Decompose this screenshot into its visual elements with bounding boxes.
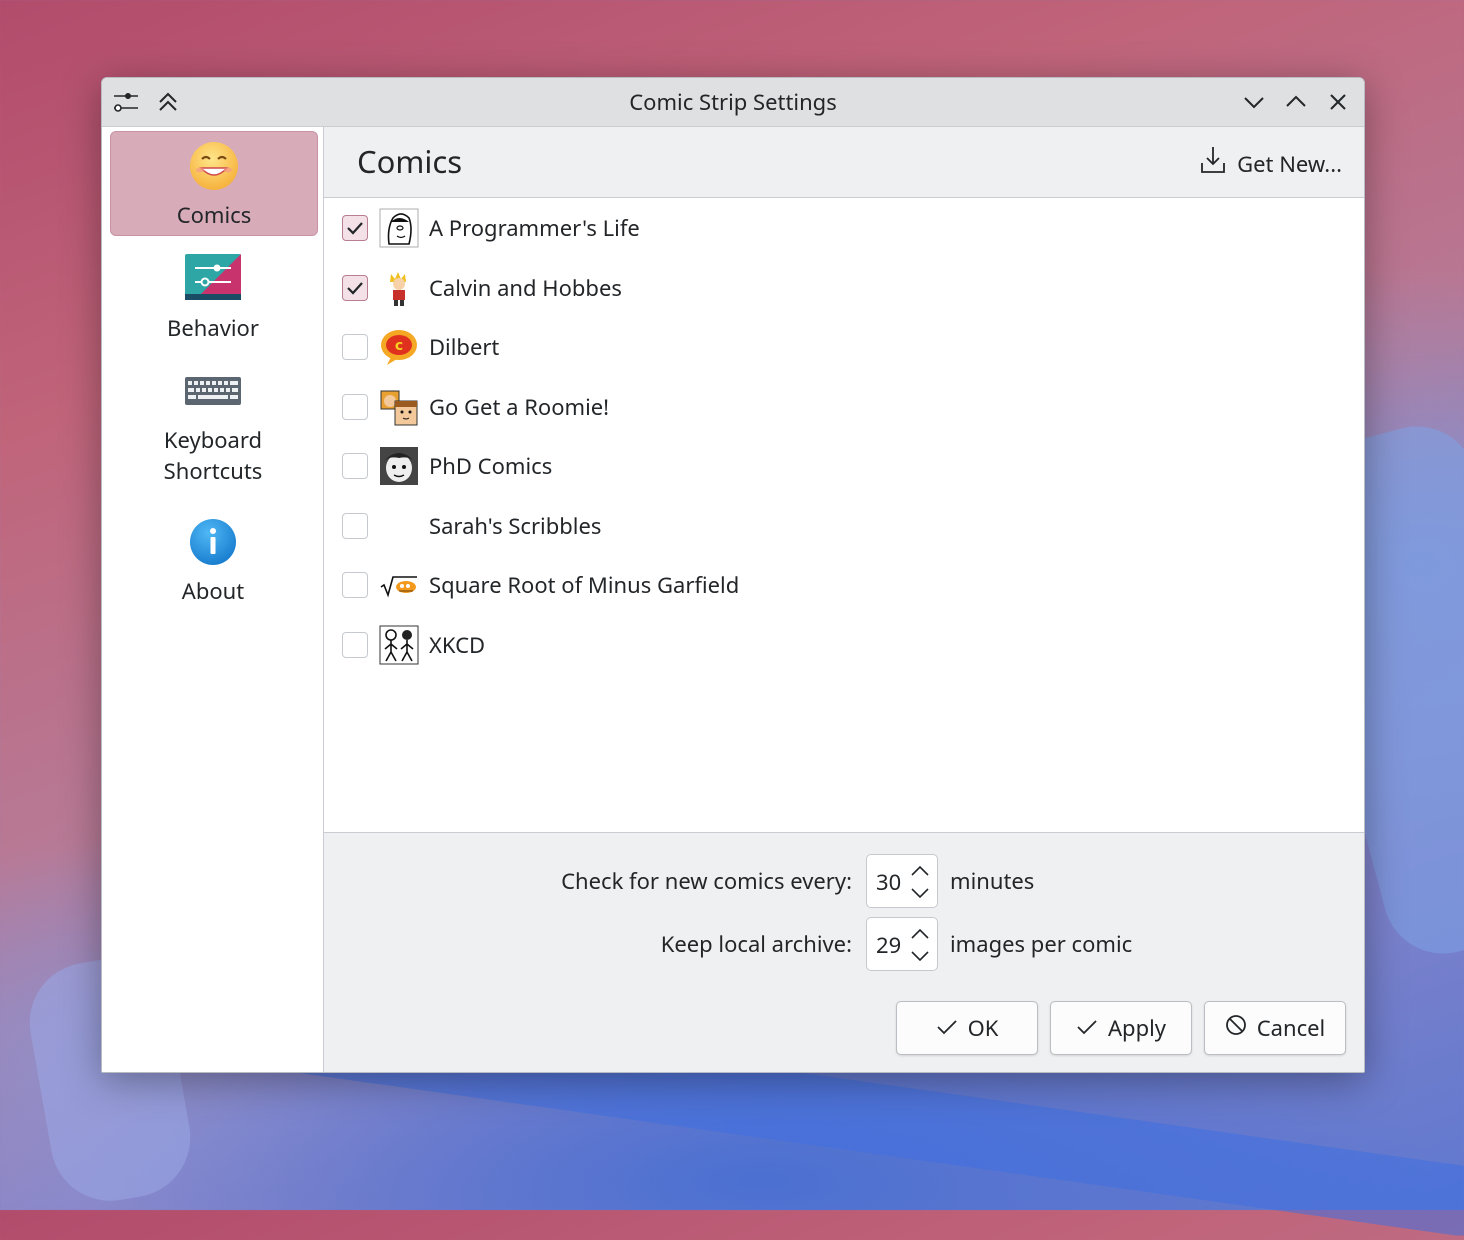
list-item[interactable]: Calvin and Hobbes (342, 268, 622, 308)
title-bar[interactable]: Comic Strip Settings (102, 78, 1364, 127)
ok-button[interactable]: OK (896, 1001, 1038, 1055)
archive-suffix: images per comic (950, 929, 1133, 959)
phd-comic-icon (379, 446, 419, 486)
spin-arrows-icon[interactable] (909, 924, 931, 966)
get-new-label: Get New... (1237, 148, 1342, 179)
settings-footer: Check for new comics every: 30 minutes K… (324, 833, 1364, 1072)
blank-comic-icon (379, 506, 419, 546)
comic-checkbox[interactable] (342, 453, 368, 479)
svg-text:c: c (395, 338, 403, 354)
cancel-label: Cancel (1256, 1013, 1326, 1043)
window-title: Comic Strip Settings (629, 87, 837, 117)
comic-name: Dilbert (429, 332, 500, 362)
archive-row: Keep local archive: 29 images per comic (324, 917, 1364, 973)
ok-label: OK (967, 1013, 999, 1043)
sidebar-item-label: Comics (176, 200, 252, 230)
comic-checkbox[interactable] (342, 275, 368, 301)
dilbert-comic-icon: c (379, 327, 419, 367)
list-item[interactable]: c Dilbert (342, 327, 499, 367)
comic-checkbox[interactable] (342, 632, 368, 658)
programmer-comic-icon (379, 208, 419, 248)
sidebar-item-about[interactable]: About (110, 517, 316, 617)
comic-checkbox[interactable] (342, 572, 368, 598)
sidebar-item-label: Behavior (167, 313, 259, 343)
sidebar-item-label: Keyboard Shortcuts (163, 425, 263, 486)
xkcd-comic-icon (379, 625, 419, 665)
check-interval-row: Check for new comics every: 30 minutes (324, 854, 1364, 910)
list-item[interactable]: A Programmer's Life (342, 208, 640, 248)
check-interval-label: Check for new comics every: (561, 866, 852, 896)
spin-arrows-icon[interactable] (909, 861, 931, 903)
comic-name: XKCD (429, 630, 486, 660)
check-interval-suffix: minutes (950, 866, 1035, 896)
minimize-icon[interactable] (1240, 88, 1268, 116)
list-item[interactable]: PhD Comics (342, 446, 552, 486)
list-item[interactable]: XKCD (342, 625, 485, 665)
download-icon (1199, 145, 1227, 182)
roomie-comic-icon (379, 387, 419, 427)
check-interval-value: 30 (876, 867, 902, 897)
content-header: Comics Get New... (324, 127, 1364, 198)
sidebar-item-comics[interactable]: Comics (110, 131, 318, 236)
comic-checkbox[interactable] (342, 334, 368, 360)
check-icon (936, 1013, 958, 1043)
keyboard-icon (110, 371, 316, 411)
sidebar-item-behavior[interactable]: Behavior (110, 252, 316, 352)
comic-checkbox[interactable] (342, 394, 368, 420)
get-new-button[interactable]: Get New... (1199, 145, 1342, 182)
check-interval-spinbox[interactable]: 30 (866, 854, 938, 908)
comic-name: Calvin and Hobbes (429, 273, 622, 303)
check-icon (1076, 1013, 1098, 1043)
close-icon[interactable] (1324, 88, 1352, 116)
comic-name: Go Get a Roomie! (429, 392, 610, 422)
garfield-sqrt-comic-icon (379, 565, 419, 605)
comic-name: PhD Comics (429, 451, 553, 481)
comic-checkbox[interactable] (342, 513, 368, 539)
archive-spinbox[interactable]: 29 (866, 917, 938, 971)
sidebar: Comics Behavior Keyboard Shortcuts About (102, 127, 324, 1072)
calvin-comic-icon (379, 268, 419, 308)
maximize-icon[interactable] (1282, 88, 1310, 116)
sidebar-item-keyboard-shortcuts[interactable]: Keyboard Shortcuts (110, 371, 316, 496)
behavior-sliders-icon (110, 252, 316, 304)
sidebar-item-label: About (181, 576, 245, 606)
list-item[interactable]: Sarah's Scribbles (342, 506, 601, 546)
page-title: Comics (357, 141, 463, 183)
list-item[interactable]: Go Get a Roomie! (342, 387, 609, 427)
archive-value: 29 (876, 930, 902, 960)
apply-label: Apply (1107, 1013, 1166, 1043)
comic-name: A Programmer's Life (429, 213, 640, 243)
settings-window: Comic Strip Settings Comics Behavior Key… (101, 77, 1365, 1073)
list-item[interactable]: Square Root of Minus Garfield (342, 565, 739, 605)
comic-name: Square Root of Minus Garfield (429, 570, 740, 600)
comics-list: A Programmer's Life Calvin and Hobbes c … (324, 198, 1364, 833)
apply-button[interactable]: Apply (1050, 1001, 1192, 1055)
info-icon (110, 517, 316, 567)
smiley-face-icon (111, 140, 317, 192)
archive-label: Keep local archive: (660, 929, 852, 959)
cancel-icon (1225, 1013, 1247, 1043)
comic-name: Sarah's Scribbles (429, 511, 602, 541)
cancel-button[interactable]: Cancel (1204, 1001, 1346, 1055)
comic-checkbox[interactable] (342, 215, 368, 241)
